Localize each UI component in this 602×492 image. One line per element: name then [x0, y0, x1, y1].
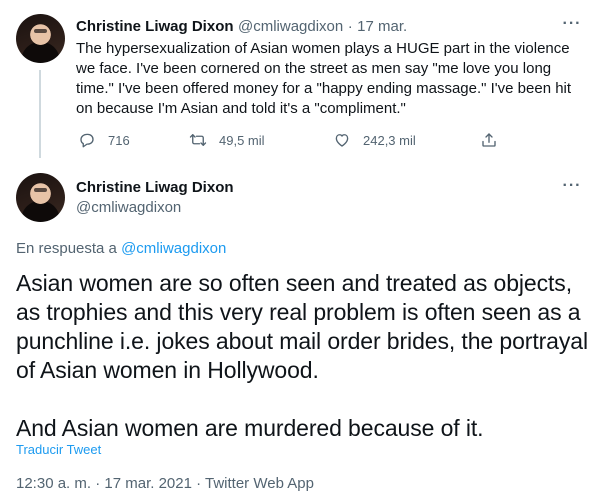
more-icon[interactable]: ··· [562, 14, 582, 34]
tweet-header: Christine Liwag Dixon @cmliwagdixon · 17… [76, 17, 407, 37]
more-icon[interactable]: ··· [562, 176, 582, 196]
tweet-text: The hypersexualization of Asian women pl… [76, 40, 572, 117]
like-count: 242,3 mil [363, 132, 416, 148]
author-handle[interactable]: @cmliwagdixon [238, 18, 343, 35]
reply-prefix: En respuesta a [16, 240, 122, 257]
heart-icon [335, 134, 349, 147]
retweet-button[interactable]: 49,5 mil [189, 128, 265, 152]
tweet-meta[interactable]: 12:30 a. m. · 17 mar. 2021 · Twitter Web… [16, 474, 314, 492]
tweet-text: Asian women are so often seen and treate… [16, 269, 591, 443]
tweet-date[interactable]: 17 mar. [357, 18, 407, 35]
author-handle[interactable]: @cmliwagdixon [76, 199, 181, 216]
reply-count: 716 [108, 132, 130, 148]
author-handle-block: @cmliwagdixon [76, 198, 181, 218]
tweet-paragraph: Asian women are so often seen and treate… [16, 270, 588, 383]
avatar[interactable] [16, 173, 65, 222]
retweet-count: 49,5 mil [219, 132, 265, 148]
reply-context: En respuesta a @cmliwagdixon [16, 239, 226, 259]
tweet-actions: 716 49,5 mil 242,3 mil [76, 128, 506, 152]
tweet-paragraph: And Asian women are murdered because of … [16, 415, 484, 441]
retweet-icon [189, 134, 207, 146]
translate-tweet-link[interactable]: Traducir Tweet [16, 441, 101, 459]
avatar[interactable] [16, 14, 65, 63]
share-button[interactable] [480, 128, 510, 152]
thread-line [39, 70, 41, 158]
author-name-block: Christine Liwag Dixon [76, 178, 234, 198]
reply-mention-link[interactable]: @cmliwagdixon [121, 240, 226, 257]
author-name[interactable]: Christine Liwag Dixon [76, 179, 234, 196]
separator-dot: · [347, 18, 353, 35]
reply-button[interactable]: 716 [78, 128, 130, 152]
reply-icon [80, 133, 94, 148]
like-button[interactable]: 242,3 mil [333, 128, 416, 152]
author-name[interactable]: Christine Liwag Dixon [76, 18, 234, 35]
share-icon [482, 133, 496, 147]
